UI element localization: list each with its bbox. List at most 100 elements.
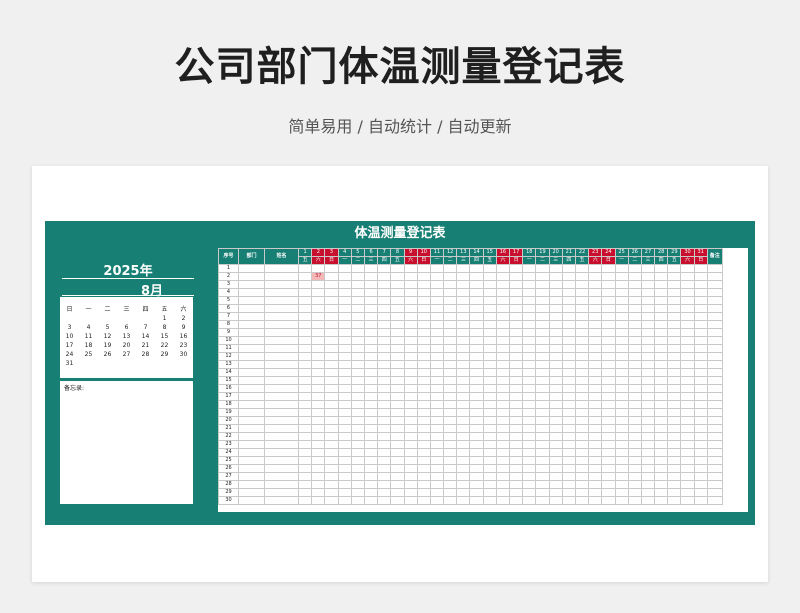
temperature-cell[interactable]: [693, 376, 708, 385]
temperature-cell[interactable]: [548, 320, 563, 329]
temperature-cell[interactable]: [495, 488, 511, 497]
temperature-cell[interactable]: [482, 344, 497, 353]
temperature-cell[interactable]: [654, 368, 669, 377]
temperature-cell[interactable]: [535, 456, 550, 465]
temperature-cell[interactable]: [640, 280, 656, 289]
temperature-cell[interactable]: [614, 496, 629, 505]
temperature-cell[interactable]: [456, 416, 471, 425]
temperature-cell[interactable]: [588, 384, 603, 393]
temperature-cell[interactable]: [601, 408, 616, 417]
temperature-cell[interactable]: [377, 464, 392, 473]
temperature-cell[interactable]: [443, 408, 458, 417]
temperature-cell[interactable]: [693, 312, 708, 321]
dept-cell[interactable]: [238, 480, 265, 489]
temperature-cell[interactable]: [311, 376, 326, 385]
temperature-cell[interactable]: [495, 264, 511, 273]
temperature-cell[interactable]: [456, 440, 471, 449]
temperature-cell[interactable]: [574, 336, 590, 345]
temperature-cell[interactable]: [443, 472, 458, 481]
remark-cell[interactable]: [706, 472, 723, 481]
temperature-cell[interactable]: [574, 304, 590, 313]
temperature-cell[interactable]: [482, 440, 497, 449]
temperature-cell[interactable]: [311, 288, 326, 297]
temperature-cell[interactable]: [416, 296, 431, 305]
temperature-cell[interactable]: [640, 408, 656, 417]
temperature-cell[interactable]: [311, 488, 326, 497]
dept-cell[interactable]: [238, 448, 265, 457]
temperature-cell[interactable]: [350, 344, 365, 353]
temperature-cell[interactable]: [535, 488, 550, 497]
dept-cell[interactable]: [238, 320, 265, 329]
temperature-cell[interactable]: [456, 360, 471, 369]
temperature-cell[interactable]: [337, 288, 352, 297]
name-cell[interactable]: [264, 384, 299, 393]
temperature-cell[interactable]: [363, 448, 379, 457]
temperature-cell[interactable]: [456, 304, 471, 313]
temperature-cell[interactable]: [337, 376, 352, 385]
temperature-cell[interactable]: [601, 472, 616, 481]
temperature-cell[interactable]: [324, 360, 339, 369]
temperature-cell[interactable]: [403, 304, 418, 313]
name-cell[interactable]: [264, 320, 299, 329]
temperature-cell[interactable]: [535, 376, 550, 385]
temperature-cell[interactable]: [522, 264, 537, 273]
temperature-cell[interactable]: [377, 472, 392, 481]
temperature-cell[interactable]: [469, 384, 484, 393]
temperature-cell[interactable]: [508, 264, 524, 273]
temperature-cell[interactable]: [311, 264, 326, 273]
temperature-cell[interactable]: [548, 480, 563, 489]
temperature-cell[interactable]: [482, 304, 497, 313]
remark-cell[interactable]: [706, 432, 723, 441]
temperature-cell[interactable]: [548, 272, 563, 281]
temperature-cell[interactable]: [297, 480, 313, 489]
temperature-cell[interactable]: [429, 352, 445, 361]
temperature-cell[interactable]: [482, 488, 497, 497]
temperature-cell[interactable]: [469, 448, 484, 457]
temperature-cell[interactable]: [680, 416, 695, 425]
temperature-cell[interactable]: [297, 496, 313, 505]
temperature-cell[interactable]: [693, 448, 708, 457]
temperature-cell[interactable]: [495, 392, 511, 401]
temperature-cell[interactable]: [350, 448, 365, 457]
temperature-cell[interactable]: [640, 488, 656, 497]
temperature-cell[interactable]: [311, 448, 326, 457]
temperature-cell[interactable]: [377, 408, 392, 417]
temperature-cell[interactable]: [495, 304, 511, 313]
temperature-cell[interactable]: [443, 432, 458, 441]
temperature-cell[interactable]: [416, 312, 431, 321]
temperature-cell[interactable]: [311, 480, 326, 489]
temperature-cell[interactable]: [350, 296, 365, 305]
temperature-cell[interactable]: [443, 328, 458, 337]
temperature-cell[interactable]: [403, 288, 418, 297]
temperature-cell[interactable]: [337, 392, 352, 401]
temperature-cell[interactable]: [429, 344, 445, 353]
temperature-cell[interactable]: [601, 376, 616, 385]
temperature-cell[interactable]: [350, 496, 365, 505]
temperature-cell[interactable]: [640, 480, 656, 489]
temperature-cell[interactable]: [522, 408, 537, 417]
temperature-cell[interactable]: [680, 480, 695, 489]
temperature-cell[interactable]: [588, 488, 603, 497]
temperature-cell[interactable]: [495, 352, 511, 361]
temperature-cell[interactable]: [561, 496, 576, 505]
temperature-cell[interactable]: [601, 288, 616, 297]
temperature-cell[interactable]: [469, 472, 484, 481]
temperature-cell[interactable]: [324, 416, 339, 425]
temperature-cell[interactable]: [482, 496, 497, 505]
temperature-cell[interactable]: [614, 464, 629, 473]
temperature-cell[interactable]: [574, 480, 590, 489]
temperature-cell[interactable]: [495, 312, 511, 321]
temperature-cell[interactable]: [680, 384, 695, 393]
temperature-cell[interactable]: [522, 424, 537, 433]
temperature-cell[interactable]: [443, 336, 458, 345]
temperature-cell[interactable]: [416, 400, 431, 409]
temperature-cell[interactable]: [429, 296, 445, 305]
name-cell[interactable]: [264, 424, 299, 433]
temperature-cell[interactable]: [482, 296, 497, 305]
name-cell[interactable]: [264, 336, 299, 345]
temperature-cell[interactable]: [324, 432, 339, 441]
temperature-cell[interactable]: [469, 368, 484, 377]
temperature-cell[interactable]: [693, 392, 708, 401]
temperature-cell[interactable]: [522, 400, 537, 409]
temperature-cell[interactable]: [377, 352, 392, 361]
